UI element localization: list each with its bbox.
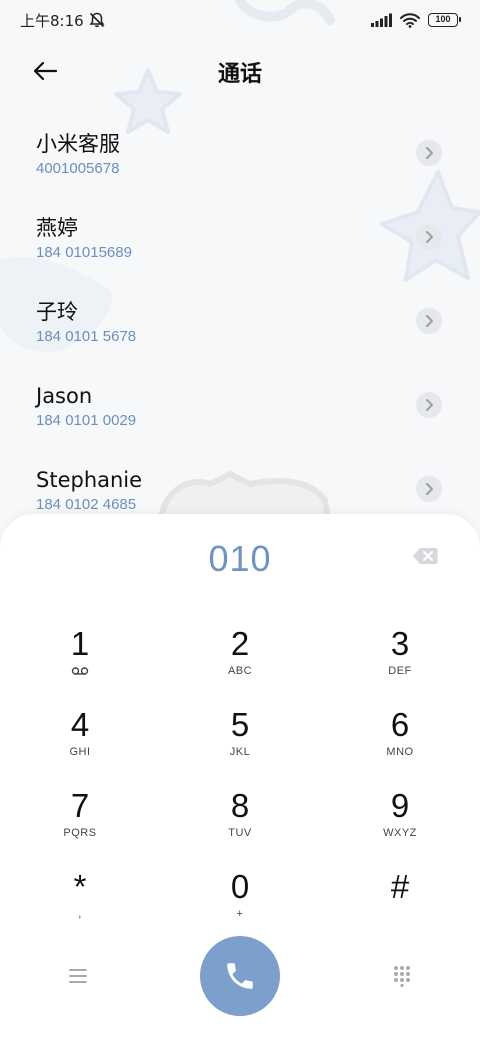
- key-letters: PQRS: [63, 827, 97, 839]
- wifi-icon: [400, 12, 420, 28]
- status-bar: 上午8:16 100: [0, 0, 480, 40]
- key-digit: 2: [230, 625, 250, 662]
- key-letters: +: [236, 908, 244, 920]
- key-8[interactable]: 8 TUV: [160, 786, 320, 867]
- key-1[interactable]: 1: [0, 624, 160, 705]
- key-digit: #: [390, 868, 410, 905]
- chevron-right-icon: [426, 315, 433, 327]
- dialpad-bottom-bar: [0, 934, 480, 1016]
- contact-name: 子玲: [36, 300, 78, 324]
- contact-detail-button[interactable]: [416, 392, 442, 418]
- dialed-number: 010: [208, 538, 272, 579]
- keypad-row: 1 2 ABC 3 DEF: [0, 624, 480, 705]
- key-digit: 8: [230, 787, 250, 824]
- backspace-button[interactable]: [410, 544, 440, 568]
- contact-number: 184 0101 5678: [36, 328, 137, 345]
- contact-item[interactable]: 燕婷 184 01015689: [0, 196, 480, 280]
- key-digit: 0: [230, 868, 250, 905]
- mute-bell-icon: [89, 12, 105, 28]
- status-right: 100: [370, 12, 461, 28]
- phone-icon: [227, 963, 253, 989]
- keypad-row: 4 GHI 5 JKL 6 MNO: [0, 705, 480, 786]
- key-5[interactable]: 5 JKL: [160, 705, 320, 786]
- contact-detail-button[interactable]: [416, 140, 442, 166]
- contact-number: 184 0102 4685: [36, 496, 137, 513]
- status-time: 上午8:16: [20, 11, 84, 30]
- key-letters: GHI: [69, 746, 91, 758]
- key-digit: 6: [390, 706, 410, 743]
- menu-icon: [69, 969, 87, 983]
- page-title: 通话: [217, 62, 262, 87]
- key-digit: 9: [390, 787, 410, 824]
- contact-name: 燕婷: [36, 216, 78, 240]
- battery-icon: 100: [428, 13, 461, 27]
- menu-button[interactable]: [62, 960, 94, 992]
- key-letters: DEF: [388, 665, 412, 677]
- contact-detail-button[interactable]: [416, 308, 442, 334]
- key-letters: JKL: [229, 746, 251, 758]
- backspace-icon: [413, 548, 438, 564]
- key-digit: 5: [230, 706, 250, 743]
- key-digit: 4: [70, 706, 90, 743]
- key-2[interactable]: 2 ABC: [160, 624, 320, 705]
- key-digit: 3: [390, 625, 410, 662]
- chevron-right-icon: [426, 399, 433, 411]
- key-4[interactable]: 4 GHI: [0, 705, 160, 786]
- key-9[interactable]: 9 WXYZ: [320, 786, 480, 867]
- key-letters: MNO: [386, 746, 414, 758]
- chevron-right-icon: [426, 483, 433, 495]
- status-left: 上午8:16: [20, 10, 106, 31]
- dialpad-grid-icon: [394, 966, 410, 987]
- battery-level: 100: [435, 14, 451, 24]
- call-button[interactable]: [200, 936, 280, 1016]
- key-letters: TUV: [228, 827, 252, 839]
- voicemail-icon: [71, 667, 89, 675]
- contact-detail-button[interactable]: [416, 224, 442, 250]
- contact-name: Jason: [36, 384, 93, 408]
- key-7[interactable]: 7 PQRS: [0, 786, 160, 867]
- keypad-row: 7 PQRS 8 TUV 9 WXYZ: [0, 786, 480, 867]
- dialpad-panel: 010 1 2 ABC 3 DEF 4 GHI 5 JKL 6 MNO 7 PQ…: [0, 514, 480, 1040]
- key-sub: [71, 664, 89, 678]
- contact-name: Stephanie: [36, 468, 143, 492]
- key-letters: WXYZ: [383, 827, 417, 839]
- contact-detail-button[interactable]: [416, 476, 442, 502]
- key-digit: 1: [70, 625, 90, 662]
- contact-name: 小米客服: [36, 132, 120, 156]
- contact-item[interactable]: 子玲 184 0101 5678: [0, 280, 480, 364]
- key-digit: *: [73, 868, 87, 905]
- chevron-right-icon: [426, 231, 433, 243]
- contact-number: 184 0101 0029: [36, 412, 137, 429]
- chevron-right-icon: [426, 147, 433, 159]
- key-digit: 7: [70, 787, 90, 824]
- key-6[interactable]: 6 MNO: [320, 705, 480, 786]
- key-letters: ABC: [227, 665, 253, 677]
- contact-number: 184 01015689: [36, 244, 132, 261]
- contact-number: 4001005678: [36, 160, 120, 177]
- key-3[interactable]: 3 DEF: [320, 624, 480, 705]
- key-letters: ,: [78, 908, 82, 920]
- contact-item[interactable]: Jason 184 0101 0029: [0, 364, 480, 448]
- signal-icon: [371, 13, 392, 27]
- contact-list: 小米客服 4001005678 燕婷 184 01015689 子玲 184 0…: [0, 112, 480, 532]
- contact-item[interactable]: 小米客服 4001005678: [0, 112, 480, 196]
- keypad: 1 2 ABC 3 DEF 4 GHI 5 JKL 6 MNO 7 PQRS 8…: [0, 624, 480, 948]
- header: 通话: [0, 48, 480, 94]
- dialpad-toggle-button[interactable]: [386, 960, 418, 992]
